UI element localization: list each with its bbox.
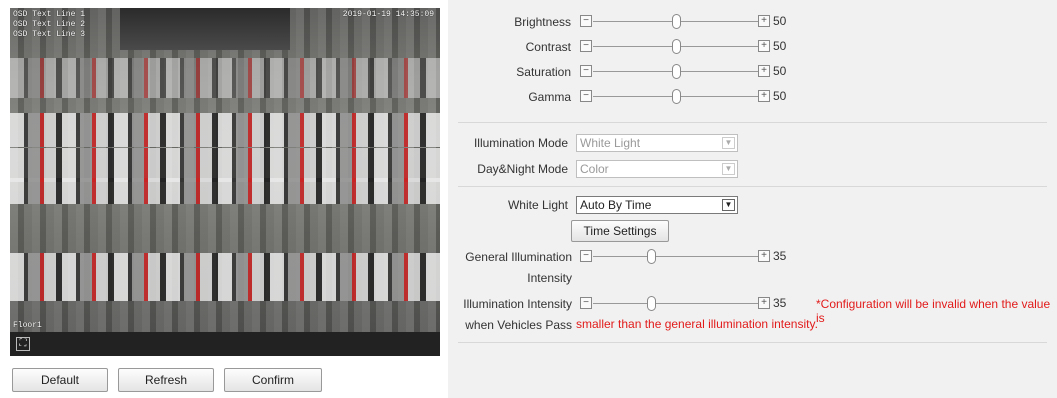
day-night-mode-label: Day&Night Mode [477,162,568,176]
time-settings-button[interactable]: Time Settings [571,220,669,242]
refresh-button[interactable]: Refresh [118,368,214,392]
slider-thumb[interactable] [671,64,681,79]
car-row [10,148,440,182]
general-illumination-label-line2: Intensity [527,271,572,285]
warning-note-line1: *Configuration will be invalid when the … [816,297,1051,325]
plus-icon[interactable]: + [758,15,770,27]
car-row [10,253,440,301]
warning-note-line2: smaller than the general illumination in… [576,317,818,331]
plus-icon[interactable]: + [758,297,770,309]
plus-icon[interactable]: + [758,250,770,262]
slider-track[interactable] [593,303,758,304]
fullscreen-icon[interactable]: ⛶ [16,337,30,351]
chevron-down-icon: ▼ [722,163,735,175]
illumination-mode-value: White Light [580,136,641,150]
car-row [10,58,440,98]
divider [458,342,1047,343]
chevron-down-icon: ▼ [722,137,735,149]
osd-text-line: OSD Text Line 1 [13,10,86,19]
minus-icon[interactable]: − [580,40,592,52]
vehicle-illumination-label: Illumination Intensity [463,297,572,311]
brightness-slider[interactable]: − +50 [580,14,800,30]
plus-icon[interactable]: + [758,90,770,102]
slider-thumb[interactable] [646,249,656,264]
osd-text-line: OSD Text Line 3 [13,30,86,39]
slider-track[interactable] [593,256,758,257]
day-night-mode-select[interactable]: Color ▼ [576,160,738,178]
general-illumination-value: 35 [773,249,787,263]
divider [458,186,1047,187]
contrast-value: 50 [773,39,787,53]
gamma-slider[interactable]: − +50 [580,89,800,105]
contrast-label: Contrast [525,40,571,54]
gamma-label: Gamma [528,90,571,104]
contrast-slider[interactable]: − +50 [580,39,800,55]
plus-icon[interactable]: + [758,40,770,52]
vehicle-illumination-slider[interactable]: − + 35 [580,296,800,312]
day-night-mode-value: Color [580,162,609,176]
slider-thumb[interactable] [646,296,656,311]
vehicle-illumination-label-line2: when Vehicles Pass [465,318,572,332]
minus-icon[interactable]: − [580,65,592,77]
white-light-select[interactable]: Auto By Time ▼ [576,196,738,214]
car-row [10,113,440,147]
slider-thumb[interactable] [671,39,681,54]
slider-thumb[interactable] [671,14,681,29]
minus-icon[interactable]: − [580,15,592,27]
white-light-value: Auto By Time [580,198,652,212]
brightness-value: 50 [773,14,787,28]
minus-icon[interactable]: − [580,90,592,102]
general-illumination-slider[interactable]: − + 35 [580,249,800,265]
vehicle-illumination-value: 35 [773,296,787,310]
saturation-label: Saturation [516,65,571,79]
minus-icon[interactable]: − [580,297,592,309]
divider [458,122,1047,123]
illumination-mode-select[interactable]: White Light ▼ [576,134,738,152]
gamma-value: 50 [773,89,787,103]
default-button[interactable]: Default [12,368,108,392]
osd-timestamp: 2019-01-19 14:35:09 [342,10,434,19]
general-illumination-label: General Illumination [465,250,572,264]
osd-text-line: OSD Text Line 2 [13,20,86,29]
saturation-value: 50 [773,64,787,78]
brightness-label: Brightness [514,15,571,29]
car-row [10,178,440,204]
saturation-slider[interactable]: − +50 [580,64,800,80]
white-light-label: White Light [507,198,568,212]
building-roof [120,8,290,50]
video-toolbar: ⛶ [10,332,440,356]
parking-lot-camera-image: OSD Text Line 1 OSD Text Line 2 OSD Text… [10,8,440,332]
illumination-mode-label: Illumination Mode [473,136,568,150]
slider-thumb[interactable] [671,89,681,104]
plus-icon[interactable]: + [758,65,770,77]
minus-icon[interactable]: − [580,250,592,262]
osd-bottom-label: Floor1 [13,321,42,330]
confirm-button[interactable]: Confirm [224,368,322,392]
video-preview[interactable]: OSD Text Line 1 OSD Text Line 2 OSD Text… [10,8,440,356]
chevron-down-icon: ▼ [722,199,735,211]
settings-panel: Brightness − +50 Contrast − +50 Saturation − +50… [448,0,1057,398]
